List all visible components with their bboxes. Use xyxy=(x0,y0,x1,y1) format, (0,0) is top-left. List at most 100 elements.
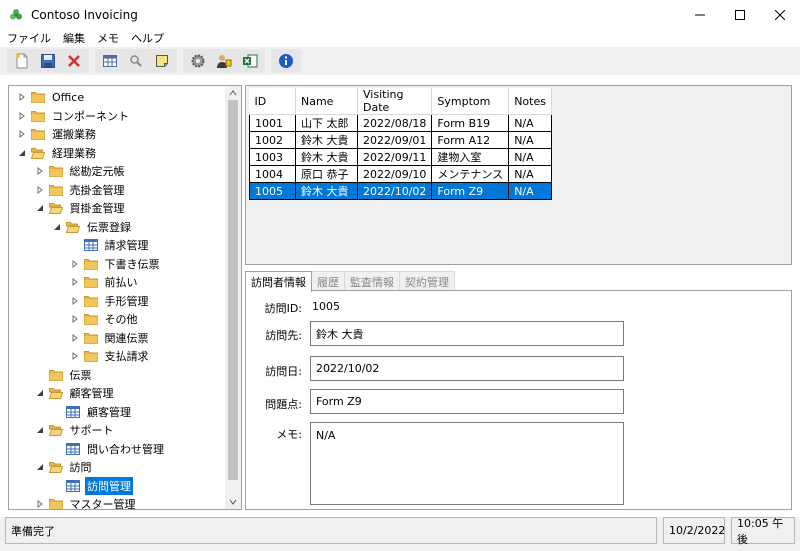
expand-arrow-icon[interactable] xyxy=(70,333,80,343)
table-row[interactable]: 1004 原口 恭子 2022/09/10 メンテナンス N/A xyxy=(249,165,552,183)
cell-id[interactable]: 1002 xyxy=(249,131,296,149)
expand-arrow-icon[interactable] xyxy=(35,499,45,509)
cell-id[interactable]: 1003 xyxy=(249,148,296,166)
tree-item-customer-management[interactable]: 顧客管理 xyxy=(35,384,116,402)
table-view-button[interactable] xyxy=(99,50,121,72)
column-header-notes[interactable]: Notes xyxy=(508,88,552,115)
cell-id[interactable]: 1001 xyxy=(249,114,296,132)
expand-arrow-icon[interactable] xyxy=(70,259,80,269)
cell-visiting-date[interactable]: 2022/09/10 xyxy=(356,165,433,183)
menu-help[interactable]: ヘルプ xyxy=(124,30,169,47)
cell-name[interactable]: 原口 恭子 xyxy=(295,165,358,183)
panel-scrollbar[interactable] xyxy=(781,291,791,509)
user-button[interactable] xyxy=(213,50,235,72)
cell-visiting-date[interactable]: 2022/09/11 xyxy=(356,148,433,166)
tab-audit-info[interactable]: 監査情報 xyxy=(344,271,400,291)
cell-name[interactable]: 鈴木 大貴 xyxy=(295,182,358,200)
tab-visitor-info[interactable]: 訪問者情報 xyxy=(245,271,312,292)
tree-item-master-management[interactable]: マスター管理 xyxy=(35,495,138,509)
tab-history[interactable]: 履歴 xyxy=(311,271,345,291)
memo-field[interactable]: N/A xyxy=(310,422,624,505)
cell-visiting-date[interactable]: 2022/08/18 xyxy=(356,114,433,132)
search-button[interactable] xyxy=(125,50,147,72)
tree-item-draft-voucher[interactable]: 下書き伝票 xyxy=(70,255,162,273)
menu-edit[interactable]: 編集 xyxy=(56,30,90,47)
cell-symptom[interactable]: 建物入室 xyxy=(431,148,510,166)
excel-button[interactable] xyxy=(239,50,261,72)
navigation-tree[interactable]: Office コンポーネント 運搬業務 経理業務 総勘定元帳 売掛金管理 買掛金管理 伝票登録… xyxy=(8,85,242,510)
collapse-arrow-icon[interactable] xyxy=(35,425,45,435)
cell-name[interactable]: 山下 太郎 xyxy=(295,114,358,132)
visit-to-field[interactable]: 鈴木 大貴 xyxy=(310,321,624,346)
collapse-arrow-icon[interactable] xyxy=(17,148,27,158)
tree-item-voucher-entry[interactable]: 伝票登録 xyxy=(52,218,133,236)
cell-symptom[interactable]: Form B19 xyxy=(431,114,510,132)
cell-visiting-date[interactable]: 2022/10/02 xyxy=(356,182,433,200)
tree-item-billing[interactable]: 請求管理 xyxy=(70,236,151,254)
cell-id[interactable]: 1005 xyxy=(249,182,296,200)
visit-date-field[interactable]: 2022/10/02 xyxy=(310,356,624,381)
collapse-arrow-icon[interactable] xyxy=(35,462,45,472)
menu-memo[interactable]: メモ xyxy=(90,30,124,47)
tree-item-accounts-payable[interactable]: 買掛金管理 xyxy=(35,199,127,217)
issue-field[interactable]: Form Z9 xyxy=(310,389,624,414)
expand-arrow-icon[interactable] xyxy=(70,296,80,306)
column-header-name[interactable]: Name xyxy=(295,88,358,115)
cell-notes[interactable]: N/A xyxy=(508,182,552,200)
tree-item-note-management[interactable]: 手形管理 xyxy=(70,292,151,310)
tree-item-components[interactable]: コンポーネント xyxy=(17,107,131,125)
expand-arrow-icon[interactable] xyxy=(35,166,45,176)
tree-item-support[interactable]: サポート xyxy=(35,421,116,439)
tree-item-accounts-receivable[interactable]: 売掛金管理 xyxy=(35,181,127,199)
close-button[interactable] xyxy=(760,0,800,30)
cell-symptom[interactable]: Form Z9 xyxy=(431,182,510,200)
info-button[interactable] xyxy=(275,50,297,72)
tree-item-transport[interactable]: 運搬業務 xyxy=(17,125,98,143)
expand-arrow-icon[interactable] xyxy=(70,351,80,361)
tree-item-office[interactable]: Office xyxy=(17,88,86,106)
column-header-symptom[interactable]: Symptom xyxy=(431,88,510,115)
note-button[interactable] xyxy=(151,50,173,72)
minimize-button[interactable] xyxy=(680,0,720,30)
table-row[interactable]: 1002 鈴木 大貴 2022/09/01 Form A12 N/A xyxy=(249,131,552,149)
tree-item-prepayment[interactable]: 前払い xyxy=(70,273,140,291)
tree-item-other[interactable]: その他 xyxy=(70,310,140,328)
tree-item-visit-management[interactable]: 訪問管理 xyxy=(52,476,133,495)
delete-button[interactable] xyxy=(63,50,85,72)
column-header-visiting-date[interactable]: Visiting Date xyxy=(357,88,433,115)
cell-notes[interactable]: N/A xyxy=(508,114,552,132)
tree-item-payment-request[interactable]: 支払請求 xyxy=(70,347,151,365)
tab-contract-management[interactable]: 契約管理 xyxy=(399,271,455,291)
expand-arrow-icon[interactable] xyxy=(35,185,45,195)
menu-file[interactable]: ファイル xyxy=(0,30,56,47)
collapse-arrow-icon[interactable] xyxy=(35,388,45,398)
expand-arrow-icon[interactable] xyxy=(17,111,27,121)
expand-arrow-icon[interactable] xyxy=(17,129,27,139)
cell-symptom[interactable]: Form A12 xyxy=(431,131,510,149)
tree-item-general-ledger[interactable]: 総勘定元帳 xyxy=(35,162,127,180)
tree-item-visit[interactable]: 訪問 xyxy=(35,458,94,476)
save-button[interactable] xyxy=(37,50,59,72)
cell-name[interactable]: 鈴木 大貴 xyxy=(295,131,358,149)
expand-arrow-icon[interactable] xyxy=(70,277,80,287)
table-row[interactable]: 1003 鈴木 大貴 2022/09/11 建物入室 N/A xyxy=(249,148,552,166)
table-row[interactable]: 1005 鈴木 大貴 2022/10/02 Form Z9 N/A xyxy=(249,182,552,200)
cell-notes[interactable]: N/A xyxy=(508,131,552,149)
collapse-arrow-icon[interactable] xyxy=(35,203,45,213)
cell-notes[interactable]: N/A xyxy=(508,148,552,166)
maximize-button[interactable] xyxy=(720,0,760,30)
cell-symptom[interactable]: メンテナンス xyxy=(431,165,510,183)
cell-id[interactable]: 1004 xyxy=(249,165,296,183)
scrollbar-thumb[interactable] xyxy=(228,100,238,480)
expand-arrow-icon[interactable] xyxy=(17,92,27,102)
tree-item-related-voucher[interactable]: 関連伝票 xyxy=(70,329,151,347)
tree-item-accounting[interactable]: 経理業務 xyxy=(17,144,98,162)
cell-notes[interactable]: N/A xyxy=(508,165,552,183)
new-button[interactable] xyxy=(11,50,33,72)
tree-item-voucher[interactable]: 伝票 xyxy=(35,366,94,384)
collapse-arrow-icon[interactable] xyxy=(52,222,62,232)
column-header-id[interactable]: ID xyxy=(249,88,296,115)
settings-button[interactable] xyxy=(187,50,209,72)
cell-visiting-date[interactable]: 2022/09/01 xyxy=(356,131,433,149)
expand-arrow-icon[interactable] xyxy=(70,314,80,324)
